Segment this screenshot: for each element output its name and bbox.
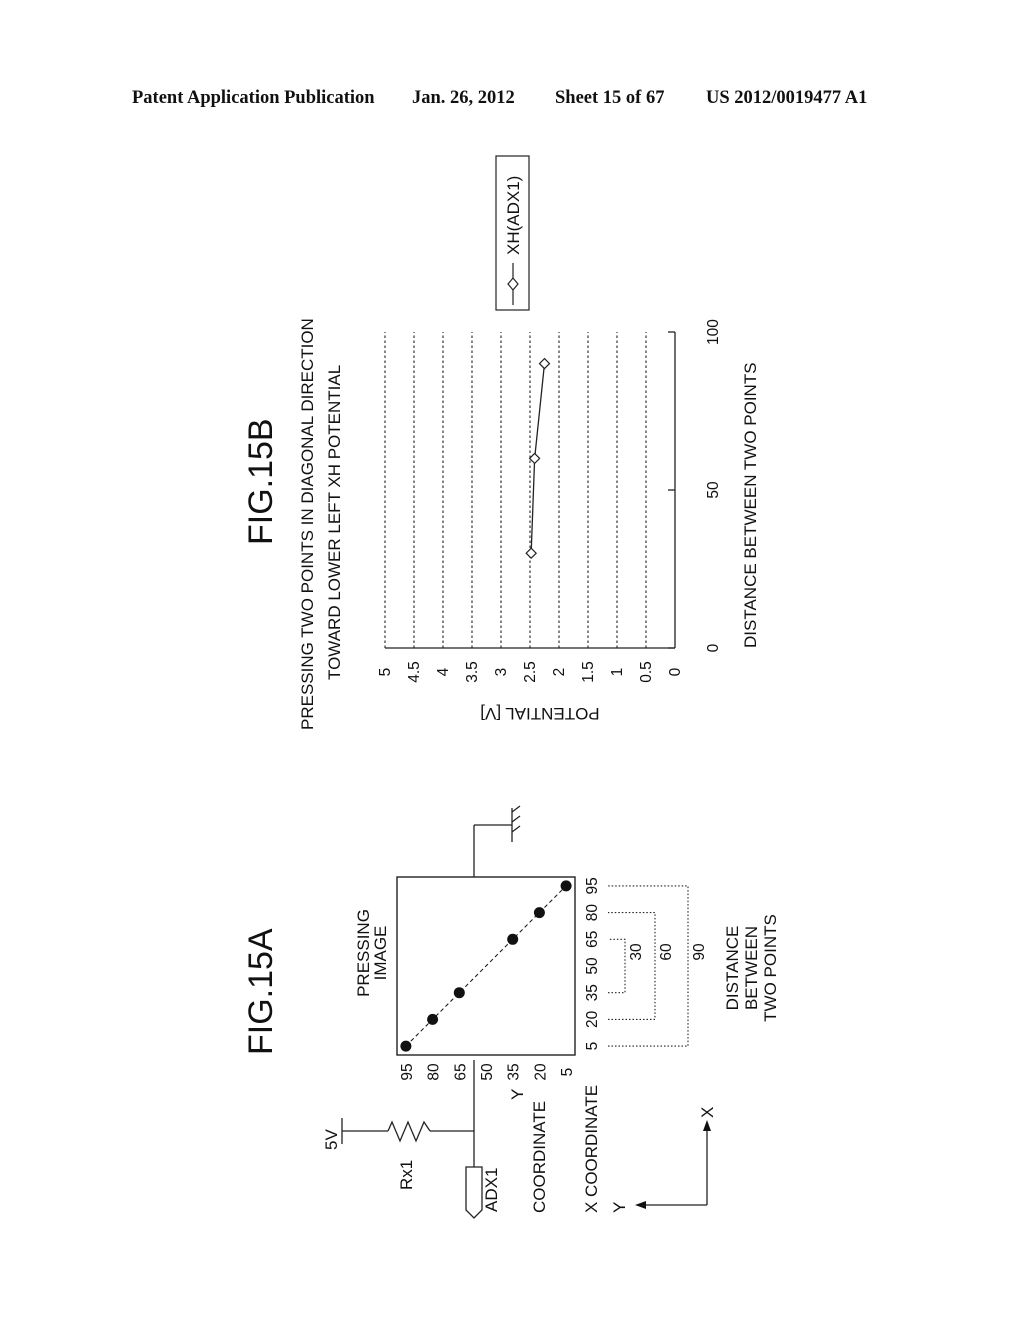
data-point-diamond	[525, 547, 538, 560]
y-arrowhead-icon	[635, 1201, 646, 1209]
adc-label: ADX1	[482, 1168, 501, 1212]
x-coordinate-ticks: 5 20 35 50 65 80 95	[584, 877, 601, 1050]
x-tick-label: 0	[705, 643, 722, 652]
chart-ylabel: POTENTIAL [V]	[480, 704, 599, 723]
distance-brackets: 30 60 90	[608, 885, 708, 1047]
data-point-diamond	[528, 452, 541, 465]
distance-bracket	[608, 938, 626, 994]
y-coordinate-tick: 5	[559, 1068, 576, 1077]
supply-label: 5V	[322, 1129, 341, 1150]
drawing-sheet: FIG.15B PRESSING TWO POINTS IN DIAGONAL …	[242, 155, 780, 1219]
y-coordinate-ticks: 95 80 65 50 35 20 5	[399, 1063, 576, 1081]
adc-terminal-icon	[465, 1166, 483, 1219]
x-coordinate-tick: 5	[584, 1042, 601, 1051]
press-point	[400, 1040, 412, 1052]
y-direction-label: Y	[610, 1202, 629, 1213]
distance-bracket-label: 60	[658, 943, 675, 961]
distance-bracket	[608, 885, 689, 1047]
press-point	[507, 933, 519, 945]
y-tick-label: 0	[667, 667, 684, 676]
press-point	[533, 907, 545, 919]
axis-orientation-arrows: X Y	[610, 1107, 717, 1213]
distance-label-2: BETWEEN	[742, 926, 761, 1010]
y-coordinate-tick: 50	[479, 1063, 496, 1081]
y-coordinate-tick: 35	[506, 1063, 523, 1080]
y-coordinate-label-y: Y	[508, 1089, 527, 1100]
y-coordinate-tick: 20	[532, 1063, 549, 1081]
y-coordinate-tick: 80	[426, 1063, 443, 1081]
press-point	[560, 880, 572, 892]
chart-plot-area: 00.511.522.533.544.55050100	[377, 319, 722, 683]
y-tick-label: 2	[551, 668, 568, 677]
press-point	[453, 987, 465, 999]
distance-bracket-label: 90	[691, 943, 708, 961]
fig15b-title: FIG.15B	[242, 418, 280, 545]
data-point-diamond	[538, 357, 551, 370]
y-coordinate-tick: 95	[399, 1063, 416, 1080]
fig15b: FIG.15B PRESSING TWO POINTS IN DIAGONAL …	[242, 155, 760, 730]
y-tick-label: 4	[435, 667, 452, 676]
x-arrowhead-icon	[703, 1120, 711, 1131]
chart-legend: XH(ADX1)	[495, 155, 530, 311]
chart-xlabel: DISTANCE BETWEEN TWO POINTS	[741, 362, 760, 648]
y-tick-label: 4.5	[406, 661, 423, 683]
x-coordinate-tick: 80	[584, 904, 601, 922]
ground-icon	[511, 805, 521, 842]
chart-title-line2: TOWARD LOWER LEFT XH POTENTIAL	[325, 365, 344, 680]
fig15a-title: FIG.15A	[242, 928, 280, 1055]
x-tick-label: 50	[705, 481, 722, 499]
press-point	[427, 1013, 439, 1025]
distance-label-1: DISTANCE	[723, 926, 742, 1011]
y-coordinate-label: COORDINATE	[530, 1101, 549, 1213]
x-coordinate-tick: 35	[584, 984, 601, 1001]
x-direction-label: X	[698, 1107, 717, 1118]
distance-label-3: TWO POINTS	[761, 914, 780, 1022]
fig15a: FIG.15A PRESSING IMAGE 5V Rx1 ADX1 95 80 6…	[242, 805, 780, 1219]
x-coordinate-tick: 65	[584, 931, 601, 948]
resistor-label: Rx1	[397, 1160, 416, 1190]
resistor-icon	[387, 1120, 431, 1143]
y-tick-label: 5	[377, 668, 394, 677]
x-tick-label: 100	[705, 319, 722, 345]
x-coordinate-tick: 20	[584, 1010, 601, 1028]
y-tick-label: 3.5	[464, 661, 481, 683]
y-coordinate-tick: 65	[452, 1063, 469, 1080]
x-coordinate-tick: 50	[584, 957, 601, 975]
distance-bracket-label: 30	[628, 943, 645, 961]
x-coordinate-tick: 95	[584, 877, 601, 894]
pressing-image-label-2: IMAGE	[371, 926, 390, 981]
y-tick-label: 2.5	[522, 661, 539, 683]
distance-bracket	[608, 912, 656, 1020]
y-tick-label: 1.5	[580, 661, 597, 683]
y-tick-label: 3	[493, 668, 510, 677]
y-tick-label: 0.5	[638, 661, 655, 683]
x-coordinate-label: X COORDINATE	[582, 1085, 601, 1213]
chart-title-line1: PRESSING TWO POINTS IN DIAGONAL DIRECTIO…	[298, 318, 317, 730]
legend-label: XH(ADX1)	[504, 176, 523, 255]
y-tick-label: 1	[609, 668, 626, 677]
